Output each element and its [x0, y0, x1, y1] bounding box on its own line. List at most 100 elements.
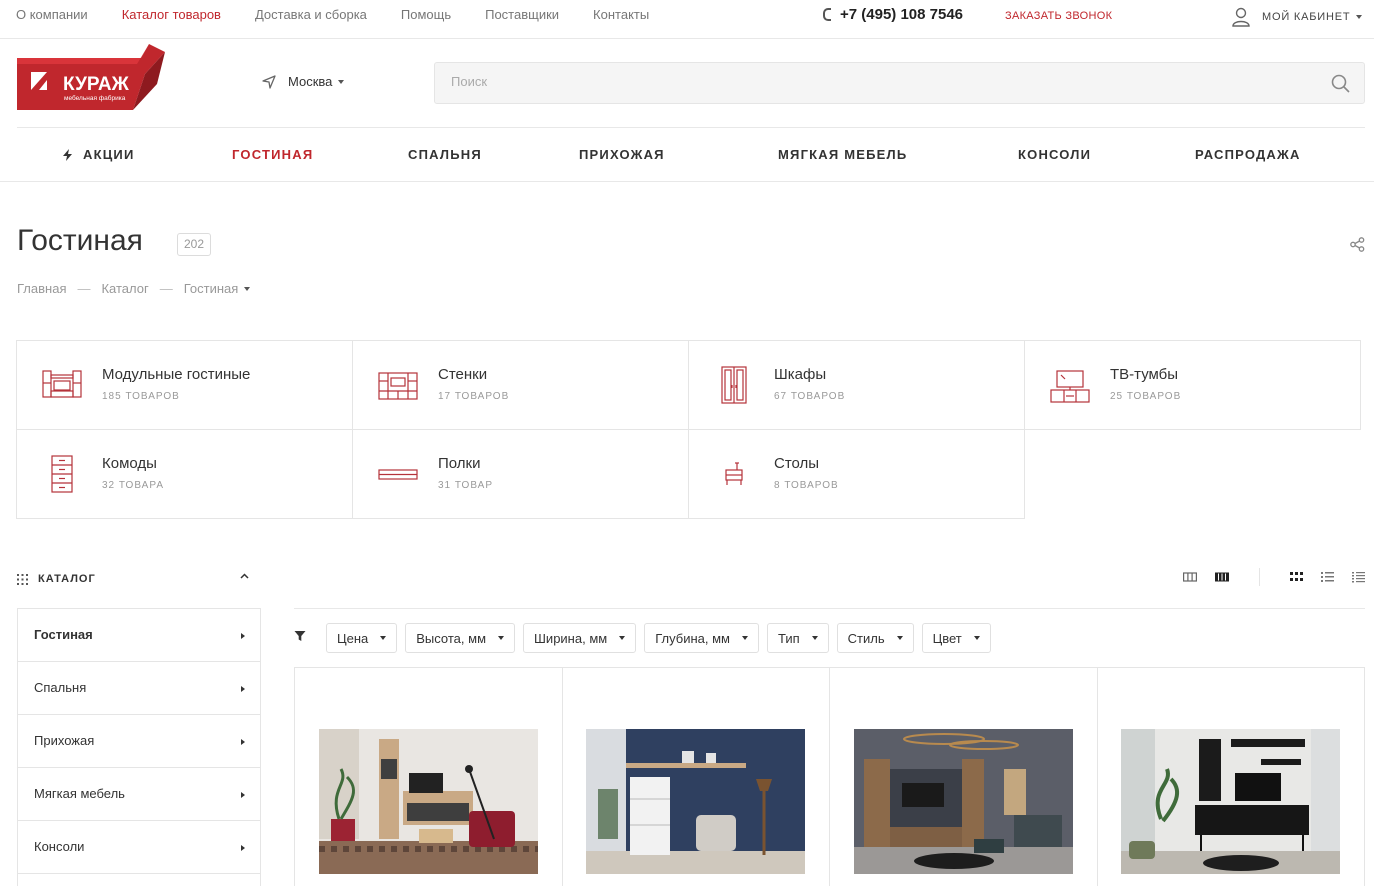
- dresser-icon: [51, 455, 73, 493]
- filter-depth[interactable]: Глубина, мм: [644, 623, 759, 653]
- filter-width[interactable]: Ширина, мм: [523, 623, 637, 653]
- my-cabinet-label: МОЙ КАБИНЕТ: [1262, 11, 1351, 23]
- modular-living-icon: [42, 370, 82, 398]
- mainnav-item-living[interactable]: ГОСТИНАЯ: [232, 147, 313, 162]
- lightning-icon: [63, 148, 72, 161]
- category-count: 67 товаров: [774, 391, 846, 402]
- wall-unit-icon: [378, 372, 418, 400]
- grid-view-icon[interactable]: [1290, 571, 1303, 583]
- category-count: 31 товар: [438, 480, 494, 491]
- table-icon: [725, 462, 743, 485]
- product-image[interactable]: [586, 729, 805, 874]
- category-tile-modular[interactable]: Модульные гостиные 185 товаров: [16, 340, 353, 430]
- category-tile-walls[interactable]: Стенки 17 товаров: [352, 340, 689, 430]
- table-view-icon[interactable]: [1352, 571, 1365, 583]
- topnav-item-help[interactable]: Помощь: [401, 7, 451, 22]
- filter-bar: Цена Высота, мм Ширина, мм Глубина, мм Т…: [326, 623, 999, 653]
- topnav-item-catalog[interactable]: Каталог товаров: [122, 7, 221, 22]
- product-image[interactable]: [854, 729, 1073, 874]
- city-selector[interactable]: Москва: [262, 74, 345, 89]
- filter-style[interactable]: Стиль: [836, 623, 914, 653]
- shelf-icon: [378, 469, 418, 480]
- product-card[interactable]: [830, 668, 1098, 886]
- category-name: Шкафы: [774, 366, 827, 383]
- phone-link[interactable]: +7 (495) 108 7546: [823, 6, 963, 23]
- sidebar-item-more[interactable]: [18, 874, 260, 886]
- filter-icon[interactable]: [294, 630, 306, 642]
- product-image[interactable]: [319, 729, 538, 874]
- mainnav-item-sales[interactable]: АКЦИИ: [63, 147, 135, 162]
- category-tile-tables[interactable]: Столы 8 товаров: [688, 429, 1025, 519]
- breadcrumb-home[interactable]: Главная: [17, 281, 66, 296]
- callback-button[interactable]: ЗАКАЗАТЬ ЗВОНОК: [1005, 10, 1112, 22]
- sidebar-item-bedroom[interactable]: Спальня: [18, 662, 260, 715]
- city-name: Москва: [288, 74, 333, 89]
- sidebar-item-soft-furniture[interactable]: Мягкая мебель: [18, 768, 260, 821]
- breadcrumb: Главная — Каталог — Гостиная: [17, 281, 251, 296]
- topnav-item-contacts[interactable]: Контакты: [593, 7, 649, 22]
- sidebar-item-label: Спальня: [34, 680, 87, 695]
- product-card[interactable]: [295, 668, 563, 886]
- chevron-down-icon: [498, 636, 505, 640]
- mainnav-item-hallway[interactable]: ПРИХОЖАЯ: [579, 147, 665, 162]
- mainnav-item-soft-furniture[interactable]: МЯГКАЯ МЕБЕЛЬ: [778, 147, 907, 162]
- product-card[interactable]: [562, 668, 830, 886]
- logo[interactable]: КУРАЖ мебельная фабрика: [17, 44, 165, 110]
- product-count-badge: 202: [177, 233, 212, 256]
- chevron-down-icon: [896, 636, 903, 640]
- columns-3-view-icon[interactable]: [1183, 571, 1197, 583]
- sidebar-item-living[interactable]: Гостиная: [18, 609, 260, 662]
- phone-icon: [823, 8, 831, 21]
- top-bar: О компании Каталог товаров Доставка и сб…: [0, 0, 1374, 39]
- my-cabinet-button[interactable]: МОЙ КАБИНЕТ: [1232, 7, 1363, 27]
- category-name: Комоды: [102, 455, 157, 472]
- filter-height[interactable]: Высота, мм: [405, 623, 516, 653]
- topnav-item-delivery[interactable]: Доставка и сборка: [255, 7, 367, 22]
- chevron-up-icon: [240, 573, 249, 579]
- chevron-down-icon: [811, 636, 818, 640]
- breadcrumb-separator: —: [77, 281, 91, 296]
- mainnav-item-clearance[interactable]: РАСПРОДАЖА: [1195, 147, 1301, 162]
- filter-label: Цена: [337, 630, 369, 646]
- category-tile-tv-stands[interactable]: ТВ-тумбы 25 товаров: [1024, 340, 1361, 430]
- main-nav: АКЦИИ ГОСТИНАЯ СПАЛЬНЯ ПРИХОЖАЯ МЯГКАЯ М…: [17, 127, 1365, 182]
- breadcrumb-current[interactable]: Гостиная: [184, 281, 239, 296]
- filter-price[interactable]: Цена: [326, 623, 398, 653]
- product-grid: [294, 667, 1365, 886]
- phone-number: +7 (495) 108 7546: [840, 6, 964, 23]
- catalog-sidebar: Гостиная Спальня Прихожая Мягкая мебель …: [17, 608, 261, 886]
- sidebar-item-consoles[interactable]: Консоли: [18, 821, 260, 874]
- columns-4-view-icon[interactable]: [1215, 571, 1229, 583]
- sidebar-item-hallway[interactable]: Прихожая: [18, 715, 260, 768]
- chevron-down-icon: [619, 636, 626, 640]
- filter-label: Глубина, мм: [655, 630, 730, 646]
- search-input[interactable]: [451, 74, 1291, 89]
- logo-tagline: мебельная фабрика: [64, 94, 126, 102]
- mainnav-item-consoles[interactable]: КОНСОЛИ: [1018, 147, 1091, 162]
- mainnav-item-bedroom[interactable]: СПАЛЬНЯ: [408, 147, 482, 162]
- mainnav-label: АКЦИИ: [83, 147, 135, 162]
- chevron-right-icon: [241, 633, 245, 639]
- product-card[interactable]: [1097, 668, 1365, 886]
- search-icon[interactable]: [1331, 74, 1350, 93]
- chevron-right-icon: [241, 739, 245, 745]
- filter-color[interactable]: Цвет: [921, 623, 991, 653]
- topnav-item-about[interactable]: О компании: [16, 7, 88, 22]
- sidebar-item-label: Мягкая мебель: [34, 786, 125, 801]
- topnav-item-suppliers[interactable]: Поставщики: [485, 7, 559, 22]
- list-view-icon[interactable]: [1321, 571, 1334, 583]
- category-tile-dressers[interactable]: Комоды 32 товара: [16, 429, 353, 519]
- divider: [294, 608, 1365, 609]
- product-image[interactable]: [1121, 729, 1340, 874]
- chevron-right-icon: [241, 792, 245, 798]
- tv-stand-icon: [1050, 370, 1090, 403]
- sidebar-item-label: Гостиная: [34, 627, 93, 642]
- catalog-toggle[interactable]: КАТАЛОГ: [17, 569, 261, 589]
- logo-image: КУРАЖ мебельная фабрика: [17, 44, 165, 110]
- share-icon[interactable]: [1350, 237, 1365, 252]
- filter-type[interactable]: Тип: [766, 623, 829, 653]
- category-tile-wardrobes[interactable]: Шкафы 67 товаров: [688, 340, 1025, 430]
- category-tile-shelves[interactable]: Полки 31 товар: [352, 429, 689, 519]
- breadcrumb-catalog[interactable]: Каталог: [101, 281, 148, 296]
- breadcrumb-separator: —: [159, 281, 173, 296]
